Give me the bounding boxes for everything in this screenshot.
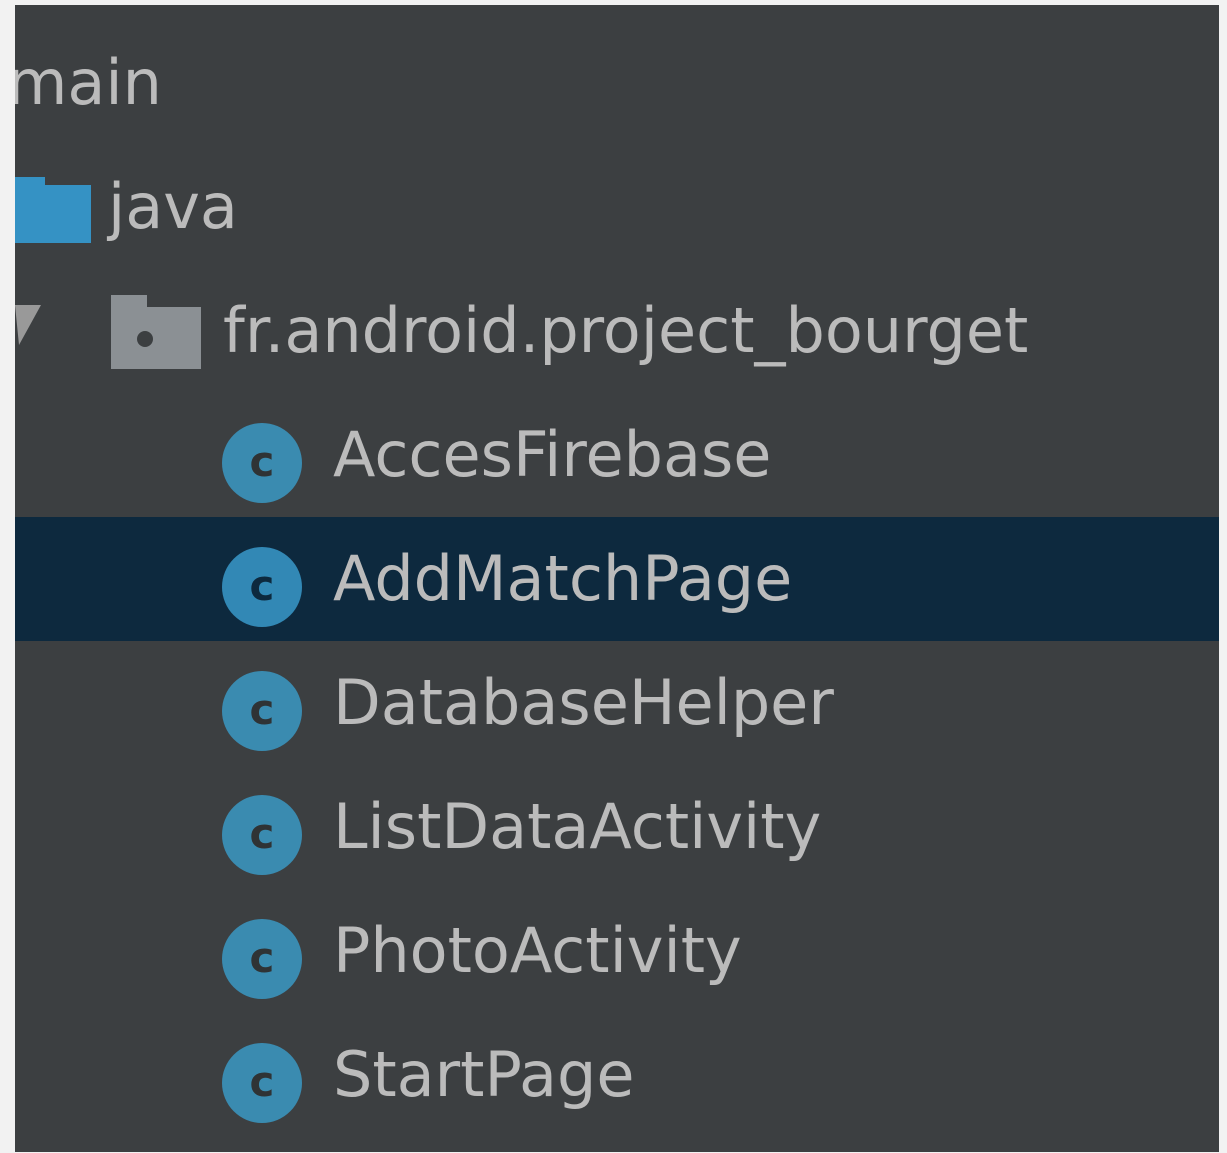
tree-item-label: AccesFirebase	[333, 418, 772, 491]
tree-item-label: AddMatchPage	[333, 542, 793, 615]
tree-item-label: java	[108, 170, 238, 243]
tree-item-class[interactable]: c ListDataActivity	[15, 765, 1219, 889]
tree-item-label: fr.android.project_bourget	[223, 294, 1029, 367]
tree-item-main[interactable]: main	[15, 21, 1219, 145]
tree-item-label: main	[15, 46, 162, 119]
class-icon: c	[222, 547, 302, 627]
expand-arrow-icon[interactable]	[15, 305, 41, 345]
tree-item-java[interactable]: java	[15, 145, 1219, 269]
class-icon: c	[222, 1043, 302, 1123]
tree-item-class[interactable]: c AccesFirebase	[15, 393, 1219, 517]
tree-item-class-selected[interactable]: c AddMatchPage	[15, 517, 1219, 641]
tree-item-label: StartPage	[333, 1038, 635, 1111]
project-tree-panel: main java fr.android.project_bourget c A…	[15, 5, 1219, 1152]
tree-item-class[interactable]: c StartPage	[15, 1013, 1219, 1137]
tree-item-package[interactable]: fr.android.project_bourget	[15, 269, 1219, 393]
tree-item-label: PhotoActivity	[333, 914, 742, 987]
tree-item-label: ListDataActivity	[333, 790, 822, 863]
screenshot-canvas: main java fr.android.project_bourget c A…	[0, 0, 1227, 1153]
class-icon: c	[222, 795, 302, 875]
class-icon: c	[222, 671, 302, 751]
tree-item-label: DatabaseHelper	[333, 666, 834, 739]
tree-item-class[interactable]: c DatabaseHelper	[15, 641, 1219, 765]
source-folder-icon	[15, 171, 91, 243]
class-icon: c	[222, 423, 302, 503]
package-folder-icon	[111, 291, 201, 369]
tree-item-class[interactable]: c PhotoActivity	[15, 889, 1219, 1013]
class-icon: c	[222, 919, 302, 999]
